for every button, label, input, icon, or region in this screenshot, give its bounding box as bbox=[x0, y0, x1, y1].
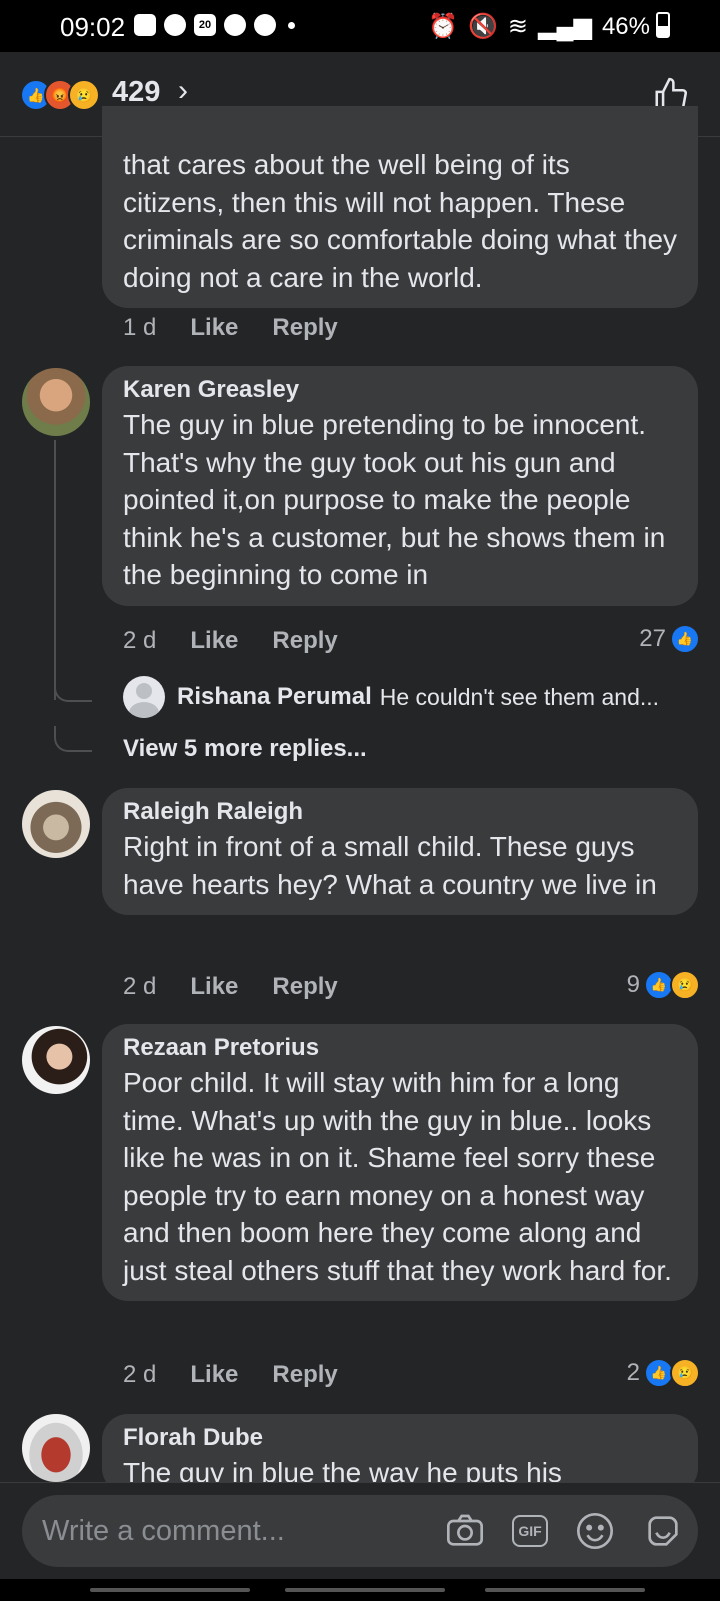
alarm-icon: ⏰ bbox=[428, 13, 459, 40]
reply-link[interactable]: Reply bbox=[272, 627, 337, 655]
comment-text: Right in front of a small child. These g… bbox=[123, 831, 657, 900]
comment-actions: 2 d Like Reply bbox=[123, 973, 338, 1001]
reply-author[interactable]: Rishana Perumal bbox=[177, 683, 372, 711]
battery-percent: 46% bbox=[601, 12, 650, 40]
sad-reaction-icon: 😢 bbox=[670, 970, 700, 1000]
comment-composer: Write a comment... GIF bbox=[0, 1482, 720, 1601]
like-reaction-icon: 👍 bbox=[670, 624, 700, 654]
signal-icon: ▂▄▆ bbox=[538, 13, 592, 40]
comment-author[interactable]: Rezaan Pretorius bbox=[123, 1034, 678, 1062]
comment-time: 2 d bbox=[123, 1361, 157, 1388]
comment-time: 2 d bbox=[123, 627, 157, 654]
app-icon bbox=[224, 14, 246, 36]
comment-author[interactable]: Florah Dube bbox=[123, 1424, 678, 1452]
thread-connector bbox=[54, 726, 92, 752]
composer-tools: GIF bbox=[444, 1511, 684, 1551]
gif-icon[interactable]: GIF bbox=[512, 1515, 548, 1547]
comment-time: 1 d bbox=[123, 314, 157, 341]
avatar[interactable] bbox=[22, 1414, 90, 1482]
like-link[interactable]: Like bbox=[190, 627, 238, 655]
twitter-icon bbox=[164, 14, 186, 36]
reaction-count: 2 bbox=[626, 1359, 640, 1386]
mute-icon: 🔇 bbox=[468, 13, 498, 40]
messenger-icon bbox=[254, 14, 276, 36]
comment-bubble[interactable]: Raleigh Raleigh Right in front of a smal… bbox=[102, 788, 698, 915]
emoji-icon[interactable] bbox=[574, 1511, 616, 1551]
system-nav-bar bbox=[0, 1579, 720, 1601]
reply-preview[interactable]: Rishana Perumal He couldn't see them and… bbox=[123, 676, 659, 718]
youtube-icon bbox=[134, 14, 156, 36]
comment-actions: 1 d Like Reply bbox=[123, 314, 338, 342]
system-icons: ⏰ 🔇 ≋ ▂▄▆ 46% bbox=[428, 12, 650, 41]
reply-link[interactable]: Reply bbox=[272, 314, 337, 342]
reaction-summary[interactable]: 27 👍 bbox=[639, 624, 700, 654]
comment-text: The guy in blue pretending to be innocen… bbox=[123, 409, 666, 590]
comment-time: 2 d bbox=[123, 973, 157, 1000]
comment-bubble[interactable]: Karen Greasley The guy in blue pretendin… bbox=[102, 366, 698, 606]
comment-placeholder: Write a comment... bbox=[42, 1515, 285, 1547]
avatar[interactable] bbox=[22, 1026, 90, 1094]
reply-link[interactable]: Reply bbox=[272, 1361, 337, 1389]
default-avatar-icon bbox=[123, 676, 165, 718]
reaction-summary[interactable]: 2 👍 😢 bbox=[627, 1358, 700, 1388]
comment-actions: 2 d Like Reply bbox=[123, 627, 338, 655]
like-link[interactable]: Like bbox=[190, 314, 238, 342]
comment-bubble[interactable]: that cares about the well being of its c… bbox=[102, 106, 698, 308]
sad-reaction-icon: 😢 bbox=[670, 1358, 700, 1388]
view-more-replies[interactable]: View 5 more replies... bbox=[123, 735, 367, 763]
notification-icons: 20 bbox=[134, 14, 295, 36]
comment-author[interactable]: Karen Greasley bbox=[123, 376, 678, 404]
chevron-right-icon[interactable]: › bbox=[178, 74, 188, 108]
battery-icon bbox=[656, 12, 670, 38]
status-bar: 09:02 20 ⏰ 🔇 ≋ ▂▄▆ 46% bbox=[0, 0, 720, 52]
thread-connector bbox=[54, 676, 92, 702]
comment-text: Poor child. It will stay with him for a … bbox=[123, 1067, 672, 1286]
camera-icon[interactable] bbox=[444, 1511, 486, 1551]
comment-bubble[interactable]: Rezaan Pretorius Poor child. It will sta… bbox=[102, 1024, 698, 1301]
more-notifications-icon bbox=[288, 21, 295, 29]
comment-author[interactable]: Raleigh Raleigh bbox=[123, 798, 678, 826]
sticker-icon[interactable] bbox=[642, 1511, 684, 1551]
like-link[interactable]: Like bbox=[190, 973, 238, 1001]
reaction-icons[interactable]: 👍 😡 😢 bbox=[20, 79, 100, 111]
reaction-summary[interactable]: 9 👍 😢 bbox=[627, 970, 700, 1000]
avatar[interactable] bbox=[22, 790, 90, 858]
reply-snippet: He couldn't see them and... bbox=[379, 683, 660, 710]
reaction-count[interactable]: 429 bbox=[112, 76, 160, 109]
avatar[interactable] bbox=[22, 368, 90, 436]
calendar-icon: 20 bbox=[194, 14, 216, 36]
sad-reaction-icon: 😢 bbox=[68, 79, 100, 111]
reply-link[interactable]: Reply bbox=[272, 973, 337, 1001]
reaction-count: 27 bbox=[639, 625, 666, 652]
like-link[interactable]: Like bbox=[190, 1361, 238, 1389]
reaction-count: 9 bbox=[626, 971, 640, 998]
comment-input[interactable]: Write a comment... GIF bbox=[22, 1495, 698, 1567]
comment-actions: 2 d Like Reply bbox=[123, 1361, 338, 1389]
thread-line bbox=[54, 440, 56, 700]
comment-text: that cares about the well being of its c… bbox=[123, 149, 678, 293]
wifi-icon: ≋ bbox=[507, 13, 529, 40]
status-time: 09:02 bbox=[60, 12, 126, 42]
